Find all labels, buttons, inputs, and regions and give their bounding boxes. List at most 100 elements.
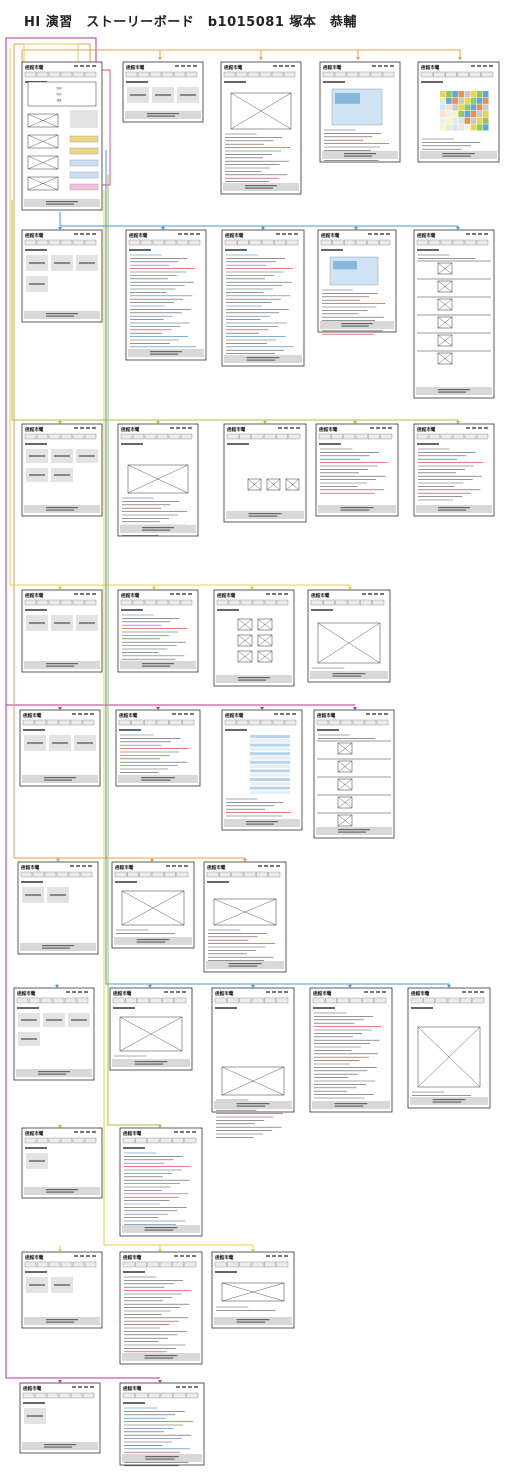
header-link	[82, 865, 86, 867]
page-footer	[416, 387, 492, 395]
fare-chart-cell	[458, 91, 464, 98]
footer-text	[236, 1105, 266, 1107]
header-link	[366, 713, 370, 715]
header-link	[193, 65, 197, 67]
header-link	[178, 713, 182, 715]
nav-tab	[180, 433, 193, 440]
header-link	[86, 427, 90, 429]
menu-card-label	[180, 94, 196, 96]
header-link	[480, 991, 484, 993]
nav-tab	[235, 71, 248, 78]
header-link	[72, 1386, 76, 1388]
breadcrumb	[321, 249, 343, 251]
breadcrumb	[115, 881, 137, 883]
site-logo: 函館市電	[207, 864, 226, 871]
page-footer	[24, 1317, 100, 1325]
arrowhead	[458, 57, 462, 60]
header-link	[186, 1131, 190, 1133]
nav-tab	[149, 71, 162, 78]
nav-tab	[223, 71, 236, 78]
header-link	[182, 1386, 186, 1388]
page-footer	[122, 1353, 200, 1361]
screen-mockup: 函館市電	[21, 1251, 103, 1329]
footer-text	[341, 325, 369, 327]
header-link	[273, 65, 277, 67]
nav-tab	[428, 239, 441, 246]
header-link	[182, 593, 186, 595]
table-row	[250, 739, 290, 743]
nav-tab	[464, 433, 477, 440]
header-link	[278, 991, 282, 993]
nav-tab	[64, 997, 77, 1004]
header-link	[184, 233, 188, 235]
nav-tab	[122, 1261, 135, 1268]
fare-chart-cell	[446, 117, 452, 124]
header-link	[92, 427, 96, 429]
header-link	[362, 593, 366, 595]
header-link	[278, 593, 282, 595]
nav-tab	[120, 599, 133, 606]
header-link	[166, 865, 170, 867]
nav-tab	[36, 71, 49, 78]
nav-tab	[185, 71, 198, 78]
footer-text	[344, 153, 376, 155]
site-logo: 函館市電	[115, 864, 134, 871]
fare-chart-cell	[458, 111, 464, 118]
header-link	[187, 65, 191, 67]
nav-tab	[36, 1137, 49, 1144]
breadcrumb	[217, 609, 239, 611]
header-link	[176, 991, 180, 993]
page-footer	[24, 505, 100, 513]
footer-text	[344, 155, 372, 157]
nav-tab	[159, 1261, 172, 1268]
header-link	[196, 233, 200, 235]
header-link	[178, 233, 182, 235]
screen-mockup: 函館市電	[21, 229, 103, 323]
nav-tab	[276, 433, 288, 440]
nav-tab	[156, 433, 169, 440]
nav-tab	[24, 1261, 37, 1268]
nav-tab	[52, 997, 65, 1004]
nav-tab	[428, 433, 441, 440]
nav-tab	[151, 871, 164, 878]
footer-text	[238, 677, 270, 679]
footer-text	[432, 1101, 462, 1103]
menu-card-label	[54, 455, 70, 457]
site-logo: 函館市電	[317, 712, 336, 719]
nav-tab	[122, 1137, 135, 1144]
fare-chart-cell	[440, 124, 446, 131]
page-footer	[120, 661, 196, 669]
footer-text	[332, 675, 362, 677]
header-link	[74, 65, 78, 67]
quick-link-box	[69, 159, 99, 167]
header-link	[370, 991, 374, 993]
screen-mockup: 函館市電	[221, 709, 303, 831]
fare-chart-cell	[470, 111, 477, 118]
nav-tab	[72, 71, 85, 78]
nav-tab	[452, 239, 465, 246]
header-link	[175, 65, 179, 67]
arrowhead	[353, 707, 357, 710]
nav-tab	[264, 599, 277, 606]
table-row	[250, 747, 290, 751]
footer-text	[142, 527, 174, 529]
footer-text	[46, 203, 74, 205]
menu-card-label	[54, 622, 70, 624]
nav-tab	[318, 433, 331, 440]
arrowhead	[456, 421, 460, 424]
storyboard: 函館市電路線時刻運賃函館市電 函館市電 函館市電 函館市電函館市電 函館市電 函館市電 函館…	[5, 37, 500, 1467]
fare-chart-cell	[452, 91, 458, 98]
header-link	[382, 427, 386, 429]
nav-tab	[60, 239, 73, 246]
nav-tab	[173, 71, 186, 78]
page-footer	[112, 1059, 190, 1067]
fare-chart-cell	[476, 117, 483, 124]
header-link	[386, 233, 390, 235]
header-link	[78, 991, 82, 993]
screen-mockup: 函館市電	[309, 987, 393, 1113]
footer-text	[38, 1071, 70, 1073]
nav-tab	[322, 71, 335, 78]
site-logo: 函館市電	[225, 712, 244, 719]
screen-mockup: 函館市電	[211, 1251, 295, 1329]
breadcrumb	[313, 1007, 335, 1009]
